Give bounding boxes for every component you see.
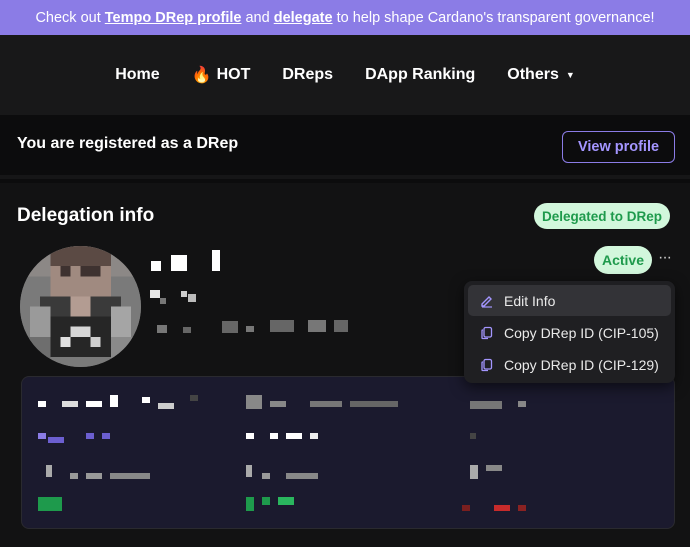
nav-others[interactable]: Others ▼ bbox=[507, 66, 575, 84]
stats-card bbox=[21, 376, 675, 529]
nav-others-label: Others bbox=[507, 66, 559, 83]
copy-icon bbox=[480, 358, 494, 372]
more-options-icon[interactable]: ··· bbox=[658, 249, 672, 267]
avatar bbox=[20, 246, 141, 367]
nav-dapp-ranking-label: DApp Ranking bbox=[365, 66, 476, 83]
fire-icon: 🔥 bbox=[191, 67, 212, 84]
options-dropdown-menu: Edit Info Copy DRep ID (CIP-105) Copy DR… bbox=[464, 281, 675, 383]
menu-item-label: Edit Info bbox=[504, 292, 556, 309]
nav-home[interactable]: Home bbox=[115, 66, 159, 84]
delegation-title: Delegation info bbox=[17, 205, 155, 226]
active-status-badge: Active bbox=[594, 246, 652, 274]
nav-dreps[interactable]: DReps bbox=[282, 66, 333, 84]
nav-dapp-ranking[interactable]: DApp Ranking bbox=[365, 66, 475, 84]
menu-item-copy-cip129[interactable]: Copy DRep ID (CIP-129) bbox=[468, 349, 671, 380]
nav-dreps-label: DReps bbox=[282, 66, 334, 83]
banner-suffix: to help shape Cardano's transparent gove… bbox=[336, 9, 655, 26]
delegation-status-badge: Delegated to DRep bbox=[534, 203, 671, 229]
registration-status-text: You are registered as a DRep bbox=[17, 135, 239, 152]
view-profile-button[interactable]: View profile bbox=[562, 131, 675, 163]
nav-hot-label: HOT bbox=[216, 66, 251, 83]
nav-home-label: Home bbox=[115, 66, 160, 83]
copy-icon bbox=[480, 326, 494, 340]
announcement-banner: Check out Tempo DRep profile and delegat… bbox=[0, 0, 690, 35]
chevron-down-icon: ▼ bbox=[565, 70, 575, 80]
tempo-drep-profile-link[interactable]: Tempo DRep profile bbox=[105, 10, 242, 26]
top-navbar: Home 🔥 HOT DReps DApp Ranking Others ▼ bbox=[0, 35, 690, 115]
nav-hot[interactable]: 🔥 HOT bbox=[192, 65, 251, 85]
menu-item-label: Copy DRep ID (CIP-129) bbox=[504, 356, 659, 373]
pencil-icon bbox=[480, 294, 494, 308]
banner-prefix: Check out bbox=[35, 9, 101, 26]
banner-middle: and bbox=[245, 9, 270, 26]
menu-item-edit-info[interactable]: Edit Info bbox=[468, 285, 671, 316]
menu-item-label: Copy DRep ID (CIP-105) bbox=[504, 324, 659, 341]
delegate-link[interactable]: delegate bbox=[274, 10, 333, 26]
menu-item-copy-cip105[interactable]: Copy DRep ID (CIP-105) bbox=[468, 317, 671, 348]
